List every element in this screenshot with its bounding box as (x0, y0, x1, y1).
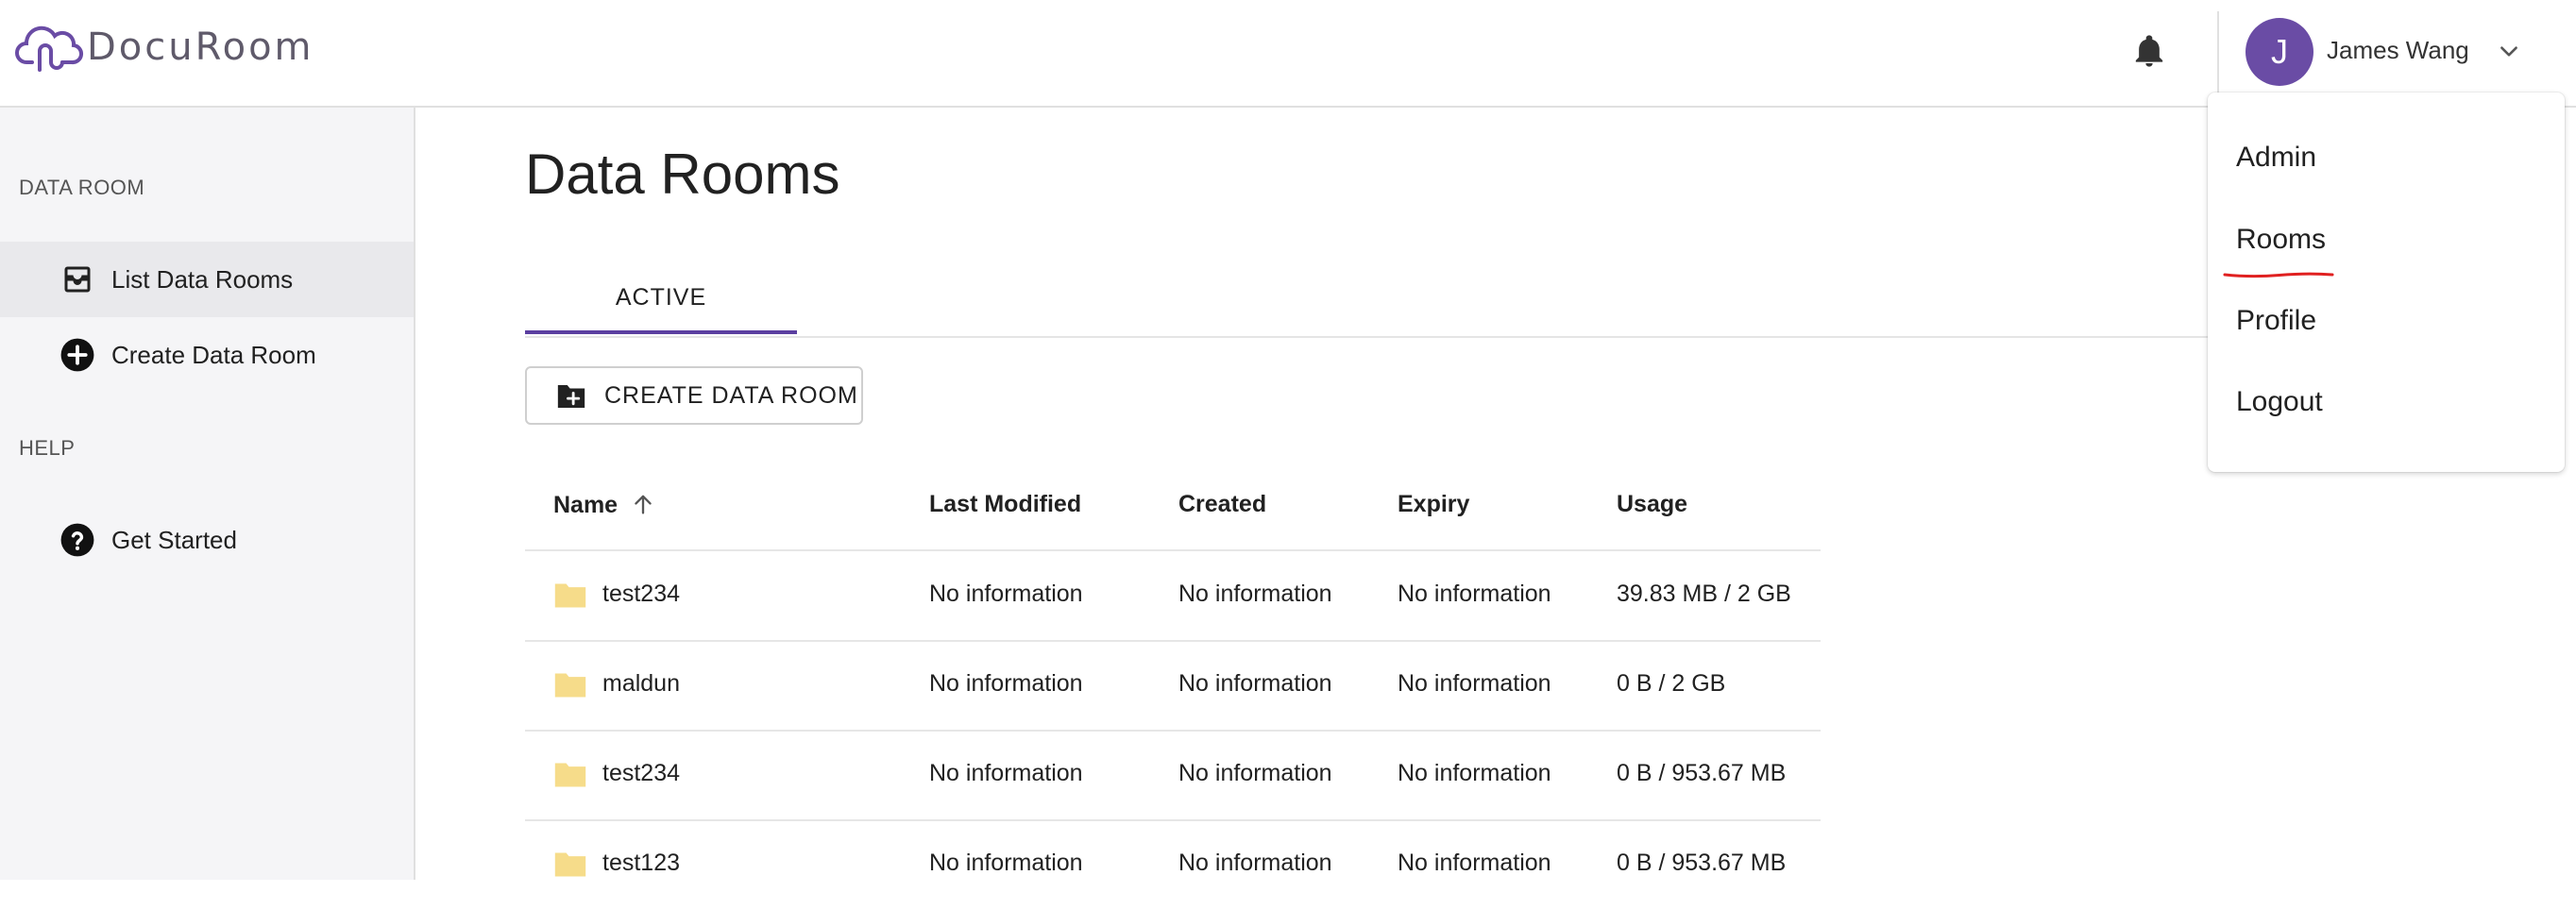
notification-bell-icon[interactable] (2130, 30, 2168, 72)
room-name[interactable]: test234 (602, 760, 680, 787)
created-cell: No information (1178, 670, 1332, 697)
usage-cell: 0 B / 953.67 MB (1617, 850, 1787, 876)
sort-ascending-arrow-icon[interactable] (630, 491, 656, 517)
tab-active-indicator (525, 330, 797, 334)
room-name[interactable]: maldun (602, 670, 680, 698)
room-name[interactable]: test234 (602, 581, 680, 608)
menu-item-logout[interactable]: Logout (2236, 386, 2323, 418)
usage-cell: 0 B / 953.67 MB (1617, 760, 1787, 786)
expiry-cell: No information (1398, 850, 1551, 876)
expiry-cell: No information (1398, 581, 1551, 607)
tab-active[interactable]: ACTIVE (525, 261, 797, 334)
sidebar-item-label: Create Data Room (111, 340, 316, 369)
folder-add-icon (557, 384, 585, 409)
sidebar-item-get-started[interactable]: Get Started (0, 502, 414, 578)
usage-cell: 39.83 MB / 2 GB (1617, 581, 1791, 607)
usage-cell: 0 B / 2 GB (1617, 670, 1726, 697)
create-data-room-label: CREATE DATA ROOM (604, 381, 858, 409)
sidebar-item-label: Get Started (111, 525, 237, 554)
menu-item-rooms[interactable]: Rooms (2236, 224, 2326, 256)
inbox-icon (59, 261, 96, 298)
add-circle-icon (59, 336, 96, 374)
folder-icon (554, 673, 586, 698)
help-circle-icon (59, 521, 96, 559)
user-name[interactable]: James Wang (2327, 36, 2469, 65)
created-cell: No information (1178, 850, 1332, 876)
last-modified-cell: No information (929, 760, 1083, 786)
room-name[interactable]: test123 (602, 850, 680, 877)
table-row[interactable]: test234 No information No information No… (525, 551, 1821, 642)
user-avatar[interactable]: J (2246, 18, 2313, 86)
tabs-divider (525, 336, 2215, 338)
sidebar-section-title: HELP (19, 436, 76, 460)
column-header-usage[interactable]: Usage (1617, 491, 1687, 518)
menu-item-profile[interactable]: Profile (2236, 305, 2316, 337)
sidebar-item-list-data-rooms[interactable]: List Data Rooms (0, 242, 414, 317)
user-menu-dropdown: Admin Rooms Profile Logout (2208, 93, 2565, 472)
last-modified-cell: No information (929, 581, 1083, 607)
created-cell: No information (1178, 760, 1332, 786)
sidebar-item-label: List Data Rooms (111, 264, 294, 294)
header-divider (2217, 11, 2219, 94)
sidebar-item-create-data-room[interactable]: Create Data Room (0, 317, 414, 393)
cloud-logo-icon (15, 25, 83, 72)
column-header-last-modified[interactable]: Last Modified (929, 491, 1081, 518)
column-header-expiry[interactable]: Expiry (1398, 491, 1469, 518)
chevron-down-icon[interactable] (2497, 40, 2521, 64)
create-data-room-button[interactable]: CREATE DATA ROOM (525, 366, 863, 425)
table-row[interactable]: test123 No information No information No… (525, 820, 1821, 909)
column-header-created[interactable]: Created (1178, 491, 1266, 518)
page-title: Data Rooms (525, 143, 840, 206)
menu-item-admin[interactable]: Admin (2236, 142, 2316, 174)
last-modified-cell: No information (929, 670, 1083, 697)
folder-icon (554, 763, 586, 787)
sidebar: DATA ROOM List Data Rooms Create Data Ro… (0, 108, 415, 880)
last-modified-cell: No information (929, 850, 1083, 876)
app-name: DocuRoom (87, 25, 314, 69)
table-row[interactable]: maldun No information No information No … (525, 641, 1821, 732)
app-header: DocuRoom J James Wang (0, 0, 2576, 108)
table-row[interactable]: test234 No information No information No… (525, 731, 1821, 821)
annotation-underline (2223, 272, 2334, 278)
expiry-cell: No information (1398, 760, 1551, 786)
app-logo[interactable]: DocuRoom (15, 21, 314, 74)
created-cell: No information (1178, 581, 1332, 607)
sidebar-section-title: DATA ROOM (19, 176, 145, 199)
folder-icon (554, 583, 586, 608)
column-header-name[interactable]: Name (553, 491, 656, 519)
expiry-cell: No information (1398, 670, 1551, 697)
folder-icon (554, 852, 586, 877)
